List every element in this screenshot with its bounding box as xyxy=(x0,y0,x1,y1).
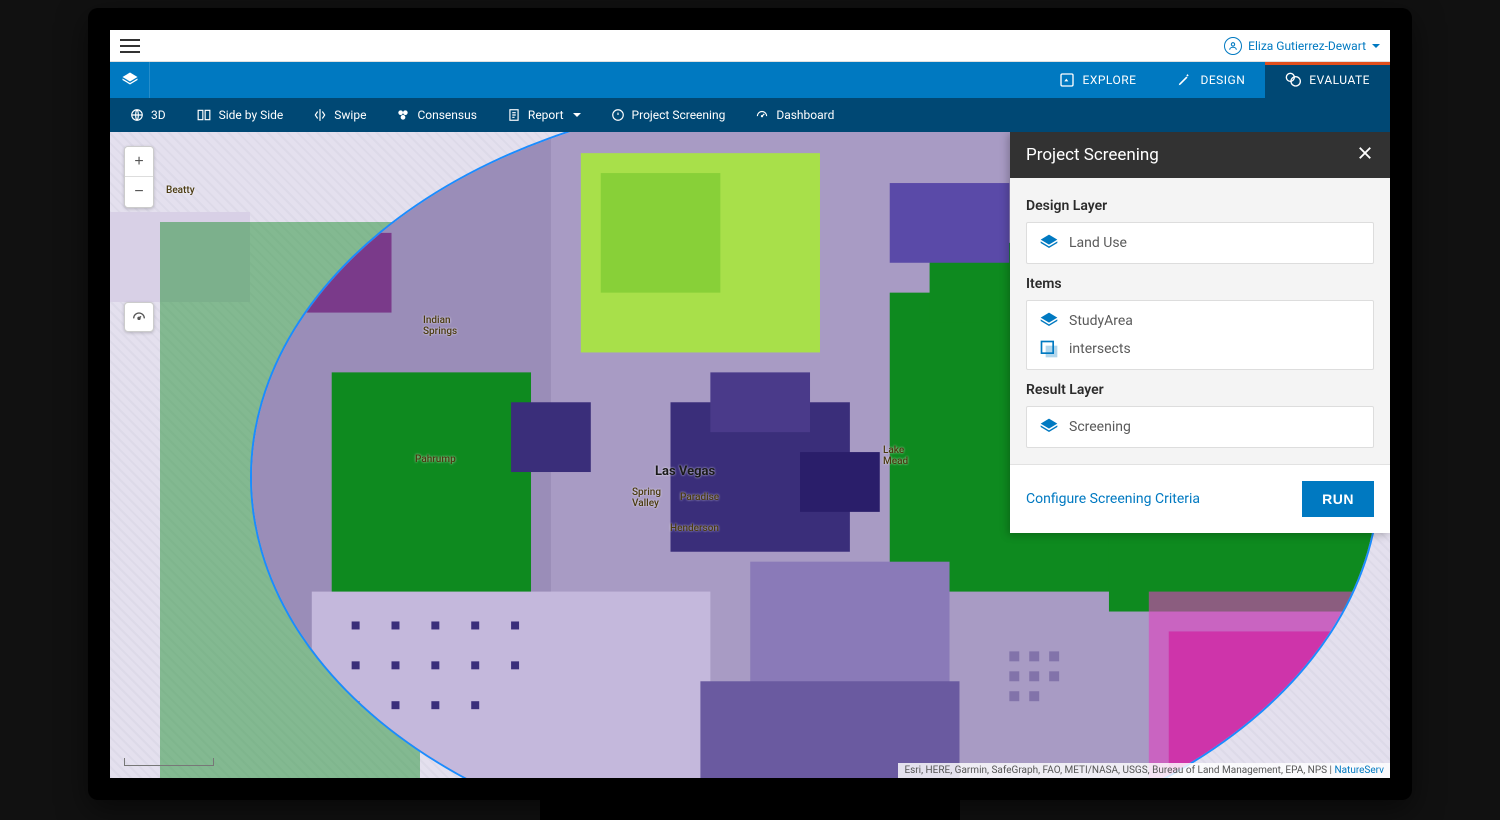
intersects-icon xyxy=(1039,339,1059,359)
tool-project-screening[interactable]: Project Screening xyxy=(603,104,734,126)
tab-evaluate[interactable]: EVALUATE xyxy=(1265,62,1390,98)
map-label-henderson: Henderson xyxy=(670,523,719,534)
project-screening-panel: Project Screening Design Layer Land Use … xyxy=(1010,132,1390,533)
map-label-indian-springs: Indian Springs xyxy=(423,315,457,337)
chevron-down-icon xyxy=(1372,44,1380,48)
tool-3d[interactable]: 3D xyxy=(122,104,174,126)
design-layer-label: Design Layer xyxy=(1026,198,1374,214)
panel-title: Project Screening xyxy=(1026,145,1356,165)
topbar: Eliza Gutierrez-Dewart xyxy=(110,30,1390,62)
item-intersects: intersects xyxy=(1039,339,1361,359)
layers-icon xyxy=(1039,417,1059,437)
tool-dashboard[interactable]: Dashboard xyxy=(747,104,842,126)
pencil-icon xyxy=(1176,72,1192,88)
user-menu[interactable]: Eliza Gutierrez-Dewart xyxy=(1224,37,1380,55)
panel-footer: Configure Screening Criteria RUN xyxy=(1010,464,1390,533)
attribution-link[interactable]: NatureServ xyxy=(1334,765,1384,776)
chevron-down-icon xyxy=(573,113,581,117)
zoom-in-button[interactable]: + xyxy=(125,147,153,177)
layers-toggle[interactable] xyxy=(110,62,150,98)
layers-icon xyxy=(1039,233,1059,253)
item-study-area: StudyArea xyxy=(1039,311,1361,331)
map-label-las-vegas: Las Vegas xyxy=(655,464,715,479)
tab-explore[interactable]: EXPLORE xyxy=(1039,62,1157,98)
primary-nav: EXPLORE DESIGN EVALUATE xyxy=(110,62,1390,98)
map-view[interactable]: Beatty Indian Springs Las Vegas Pahrump … xyxy=(110,132,1390,778)
tool-swipe[interactable]: Swipe xyxy=(305,104,374,126)
monitor-frame: Eliza Gutierrez-Dewart EXPLORE xyxy=(88,8,1412,800)
gauge-button[interactable] xyxy=(124,302,154,332)
user-name: Eliza Gutierrez-Dewart xyxy=(1248,39,1366,53)
map-label-paradise: Paradise xyxy=(680,492,719,503)
zoom-control: + − xyxy=(124,146,154,208)
result-layer-selector[interactable]: Screening xyxy=(1026,406,1374,448)
evaluate-toolbar: 3D Side by Side Swipe Consensus Report xyxy=(110,98,1390,132)
menu-icon[interactable] xyxy=(120,39,140,53)
items-label: Items xyxy=(1026,276,1374,292)
application-screen: Eliza Gutierrez-Dewart EXPLORE xyxy=(110,30,1390,778)
tab-design[interactable]: DESIGN xyxy=(1156,62,1265,98)
map-label-pahrump: Pahrump xyxy=(415,454,456,465)
map-label-lake-mead: Lake Mead xyxy=(883,445,908,467)
explore-icon xyxy=(1059,72,1075,88)
close-icon[interactable] xyxy=(1356,143,1374,167)
map-label-spring-valley: Spring Valley xyxy=(632,487,661,509)
run-button[interactable]: RUN xyxy=(1302,481,1374,517)
tool-consensus[interactable]: Consensus xyxy=(388,104,484,126)
configure-criteria-link[interactable]: Configure Screening Criteria xyxy=(1026,491,1200,507)
tool-report[interactable]: Report xyxy=(499,104,589,126)
items-selector[interactable]: StudyArea intersects xyxy=(1026,300,1374,370)
scale-bar xyxy=(124,758,214,766)
tool-side-by-side[interactable]: Side by Side xyxy=(188,104,292,126)
evaluate-icon xyxy=(1285,72,1301,88)
map-attribution: Esri, HERE, Garmin, SafeGraph, FAO, METI… xyxy=(898,763,1390,778)
design-layer-selector[interactable]: Land Use xyxy=(1026,222,1374,264)
panel-header: Project Screening xyxy=(1010,132,1390,178)
result-layer-label: Result Layer xyxy=(1026,382,1374,398)
zoom-out-button[interactable]: − xyxy=(125,177,153,207)
map-label-beatty: Beatty xyxy=(166,185,195,196)
user-icon xyxy=(1224,37,1242,55)
layers-icon xyxy=(1039,311,1059,331)
